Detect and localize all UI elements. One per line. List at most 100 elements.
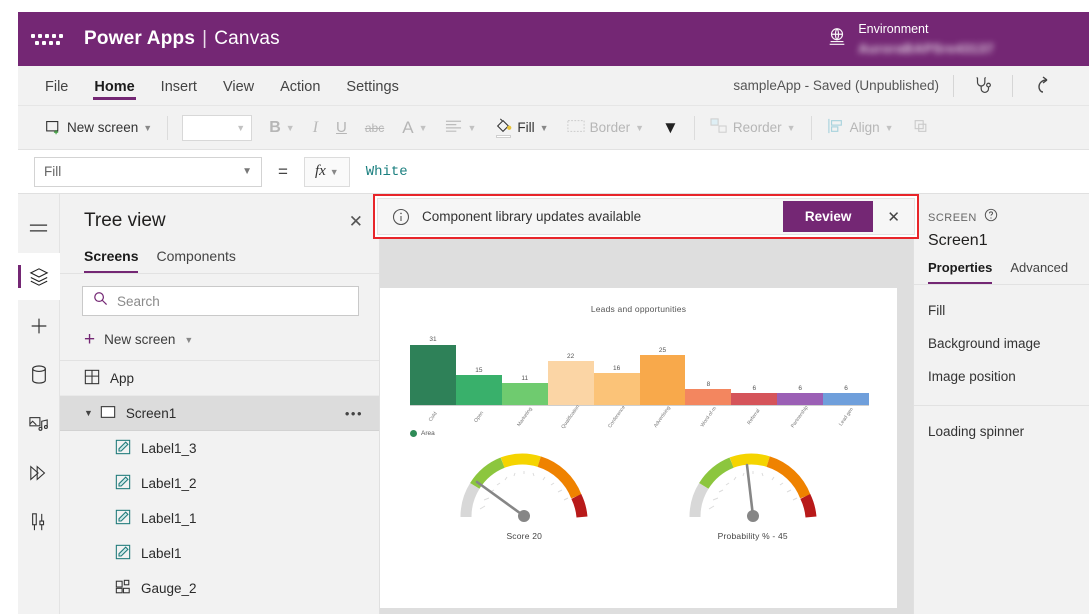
tab-advanced[interactable]: Advanced bbox=[1010, 260, 1068, 284]
review-button[interactable]: Review bbox=[782, 201, 874, 232]
brand-name: Power Apps bbox=[84, 28, 196, 49]
divider bbox=[810, 115, 812, 140]
align-button[interactable]: Align ▼ bbox=[818, 113, 903, 143]
new-screen-button[interactable]: New screen ▼ bbox=[36, 113, 161, 143]
fill-button[interactable]: Fill ▼ bbox=[485, 113, 557, 143]
tree-item-label1_3[interactable]: Label1_3 bbox=[60, 431, 379, 466]
property-loading-spinner[interactable]: Loading spinner bbox=[914, 415, 1089, 448]
align-label: Align bbox=[849, 120, 880, 135]
environment-name: AuroraBAPSre43137 bbox=[858, 41, 994, 56]
properties-group-behavior: Loading spinner bbox=[914, 406, 1089, 460]
border-button[interactable]: Border ▼ bbox=[558, 113, 653, 143]
hamburger-menu-icon[interactable] bbox=[18, 204, 60, 251]
chevron-down-icon: ▼ bbox=[884, 122, 894, 133]
bar-value: 8 bbox=[706, 380, 711, 388]
menu-item-settings[interactable]: Settings bbox=[335, 70, 409, 102]
bar bbox=[410, 344, 456, 406]
tree-item-label1_2[interactable]: Label1_2 bbox=[60, 466, 379, 501]
underline-button[interactable]: U bbox=[327, 113, 356, 143]
app-header: Power Apps | Canvas Environment AuroraBAPS… bbox=[18, 12, 1089, 66]
tree-item-app[interactable]: App bbox=[60, 361, 379, 396]
label-icon bbox=[115, 474, 131, 493]
menu-item-home[interactable]: Home bbox=[83, 70, 145, 102]
variables-tools-icon[interactable] bbox=[18, 498, 60, 545]
bar-value: 6 bbox=[752, 384, 757, 392]
bar bbox=[593, 373, 640, 406]
property-background-image[interactable]: Background image bbox=[914, 327, 1089, 360]
gauge-caption: Score 20 bbox=[506, 531, 543, 541]
menu-item-action[interactable]: Action bbox=[269, 70, 331, 102]
close-icon[interactable]: ✕ bbox=[349, 213, 363, 230]
tab-components[interactable]: Components bbox=[156, 244, 235, 273]
help-circle-icon[interactable] bbox=[984, 208, 998, 227]
data-database-icon[interactable] bbox=[18, 351, 60, 398]
insert-plus-icon[interactable] bbox=[18, 302, 60, 349]
font-family-select[interactable]: ▼ bbox=[182, 114, 253, 141]
app-checker-stethoscope-icon[interactable] bbox=[954, 75, 1012, 97]
formula-input[interactable]: White bbox=[366, 164, 408, 180]
left-icon-rail bbox=[17, 194, 60, 614]
text-align-button[interactable]: ▼ bbox=[436, 113, 485, 143]
gauge-score[interactable]: Score 20 bbox=[449, 447, 599, 541]
ribbon-more-button[interactable]: ▼ bbox=[653, 113, 688, 143]
tab-properties[interactable]: Properties bbox=[928, 260, 993, 284]
screen-icon bbox=[100, 405, 116, 422]
new-screen-tree-label: New screen bbox=[104, 332, 176, 347]
tree-item-overflow-icon[interactable]: ••• bbox=[345, 406, 363, 421]
reorder-button[interactable]: Reorder ▼ bbox=[701, 113, 805, 143]
fx-label: fx bbox=[314, 163, 326, 179]
menu-bar: File Home Insert View Action Settings sa… bbox=[18, 66, 1089, 106]
gauge-probability[interactable]: Probability % - 45 bbox=[678, 447, 828, 541]
search-icon bbox=[93, 291, 108, 311]
property-select[interactable]: Fill ▼ bbox=[34, 156, 262, 187]
power-automate-flows-icon[interactable] bbox=[18, 449, 60, 496]
close-icon[interactable]: ✕ bbox=[873, 208, 914, 226]
tree-item-gauge_2[interactable]: Gauge_2 bbox=[60, 571, 379, 606]
bold-button[interactable]: B ▼ bbox=[260, 113, 303, 143]
italic-label: I bbox=[312, 118, 319, 136]
brand-separator: | bbox=[202, 28, 208, 49]
app-icon bbox=[84, 369, 100, 388]
font-color-button[interactable]: A ▼ bbox=[393, 113, 436, 143]
brand[interactable]: Power Apps | Canvas bbox=[84, 28, 280, 50]
environment-selector[interactable]: Environment AuroraBAPSre43137 bbox=[826, 19, 1089, 59]
new-screen-tree-button[interactable]: + New screen ▼ bbox=[60, 322, 379, 361]
tab-screens[interactable]: Screens bbox=[84, 244, 139, 273]
bar-value: 6 bbox=[798, 384, 803, 392]
tree-view-layers-icon[interactable] bbox=[17, 253, 60, 300]
tree-item-label: Screen1 bbox=[125, 405, 177, 421]
tree-item-list: App ▼ Screen1 ••• Label1_3 Label1_2 Labe… bbox=[60, 361, 379, 614]
media-icon[interactable] bbox=[18, 400, 60, 447]
bar-value: 6 bbox=[844, 384, 848, 392]
power-apps-studio: Power Apps | Canvas Environment AuroraBAPS… bbox=[0, 0, 1089, 614]
canvas-area[interactable]: Leads and opportunities 31 15 11 22 16 2… bbox=[380, 194, 913, 614]
search-input[interactable]: Search bbox=[82, 286, 359, 316]
chevron-down-icon: ▼ bbox=[539, 122, 549, 133]
bar-value: 31 bbox=[429, 336, 437, 343]
properties-section-label: SCREEN bbox=[928, 211, 977, 224]
tree-item-label1[interactable]: Label1 bbox=[60, 536, 379, 571]
app-save-state: sampleApp - Saved (Unpublished) bbox=[733, 78, 939, 93]
info-circle-icon bbox=[392, 208, 410, 226]
tree-item-label1_1[interactable]: Label1_1 bbox=[60, 501, 379, 536]
property-fill[interactable]: Fill bbox=[914, 294, 1089, 327]
app-launcher-icon[interactable] bbox=[30, 33, 64, 45]
x-tick-label: Qualification bbox=[560, 404, 582, 430]
menu-item-view[interactable]: View bbox=[212, 70, 265, 102]
property-image-position[interactable]: Image position bbox=[914, 360, 1089, 393]
x-tick-label: Advertising bbox=[652, 405, 673, 429]
italic-button[interactable]: I bbox=[304, 113, 327, 143]
bar-value: 15 bbox=[475, 366, 483, 374]
undo-icon[interactable] bbox=[1013, 74, 1073, 98]
x-tick-label: Open bbox=[472, 410, 485, 424]
formula-bar: Fill ▼ = fx ▼ White bbox=[18, 150, 1089, 194]
group-button[interactable] bbox=[903, 113, 929, 143]
chevron-down-icon[interactable]: ▼ bbox=[84, 408, 93, 418]
menu-item-insert[interactable]: Insert bbox=[150, 70, 208, 102]
notification-message: Component library updates available bbox=[422, 209, 642, 224]
menu-item-file[interactable]: File bbox=[34, 70, 79, 102]
fx-button[interactable]: fx ▼ bbox=[303, 156, 350, 187]
strikethrough-button[interactable]: abc bbox=[356, 113, 393, 143]
tree-item-screen1[interactable]: ▼ Screen1 ••• bbox=[60, 396, 379, 431]
app-screen-preview[interactable]: Leads and opportunities 31 15 11 22 16 2… bbox=[380, 288, 897, 608]
